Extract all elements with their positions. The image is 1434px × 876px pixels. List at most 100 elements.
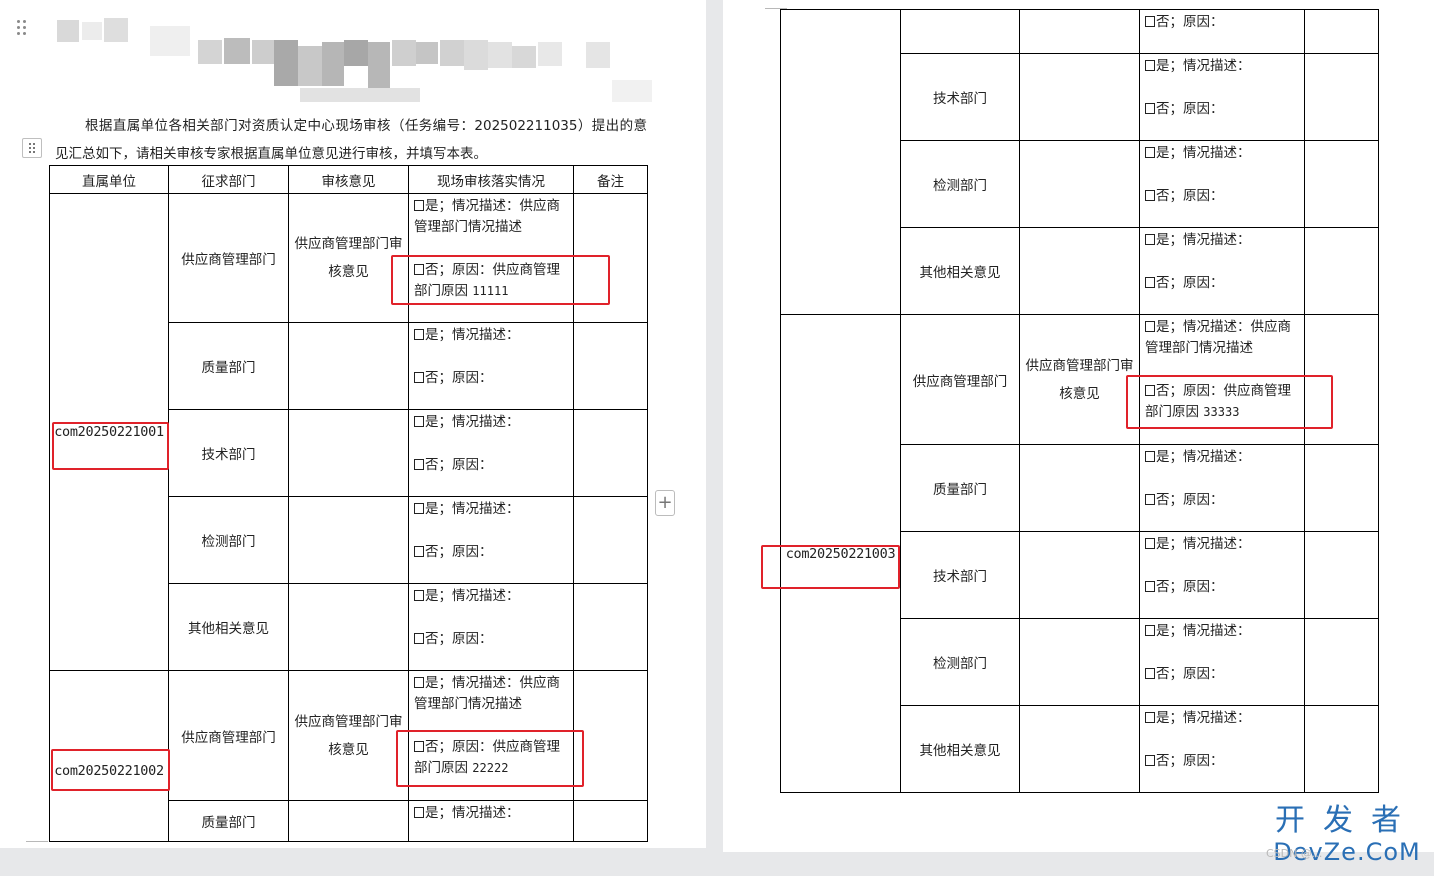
- table-move-handle-icon[interactable]: [22, 138, 42, 158]
- yes-text: 是；情况描述：供应商: [425, 675, 560, 691]
- no-text: 否；原因：: [1156, 101, 1224, 117]
- checkbox-icon[interactable]: [414, 633, 424, 644]
- checkbox-icon[interactable]: [414, 807, 424, 818]
- checkbox-icon[interactable]: [414, 459, 424, 470]
- status-cell: 是；情况描述：供应商 管理部门情况描述 否；原因：供应商管理 部门原因 1111…: [408, 193, 574, 323]
- checkbox-icon[interactable]: [1145, 385, 1155, 396]
- opinion-cell[interactable]: [1019, 531, 1140, 619]
- checkbox-icon[interactable]: [1145, 625, 1155, 636]
- dept-cell: 质量部门: [900, 444, 1020, 532]
- drag-handle-icon[interactable]: [14, 18, 28, 36]
- checkbox-icon[interactable]: [414, 546, 424, 557]
- opinion-cell[interactable]: [288, 496, 409, 584]
- checkbox-icon[interactable]: [1145, 103, 1155, 114]
- yes-text: 是；情况描述：: [425, 588, 520, 604]
- checkbox-icon[interactable]: [1145, 190, 1155, 201]
- remark-cell[interactable]: [1304, 531, 1379, 619]
- unit-cell: [780, 9, 901, 315]
- status-cell: 是；情况描述：供应商 管理部门情况描述 否；原因：供应商管理 部门原因 3333…: [1139, 314, 1305, 445]
- checkbox-icon[interactable]: [414, 416, 424, 427]
- header-status: 现场审核落实情况: [408, 165, 574, 194]
- dept-cell: 其他相关意见: [900, 705, 1020, 793]
- opinion-cell[interactable]: [1019, 618, 1140, 706]
- remark-cell[interactable]: [1304, 705, 1379, 793]
- checkbox-icon[interactable]: [1145, 581, 1155, 592]
- opinion-cell[interactable]: [1019, 140, 1140, 228]
- checkbox-icon[interactable]: [1145, 321, 1155, 332]
- checkbox-icon[interactable]: [1145, 494, 1155, 505]
- table-row: 否；原因：: [780, 9, 1379, 315]
- document-page-1: 根据直属单位各相关部门对资质认定中心现场审核（任务编号：202502211035…: [0, 0, 706, 848]
- remark-cell[interactable]: [1304, 140, 1379, 228]
- no-text: 否；原因：: [425, 457, 493, 473]
- reason-code: 11111: [472, 284, 509, 298]
- remark-cell[interactable]: [1304, 618, 1379, 706]
- opinion-cell[interactable]: [1019, 227, 1140, 315]
- remark-cell[interactable]: [573, 670, 648, 801]
- checkbox-icon[interactable]: [414, 503, 424, 514]
- status-cell: 是；情况描述： 否；原因：: [1139, 531, 1305, 619]
- no-text: 否；原因：: [1156, 666, 1224, 682]
- remark-cell[interactable]: [573, 496, 648, 584]
- checkbox-icon[interactable]: [414, 200, 424, 211]
- no-text-cont: 部门原因: [414, 283, 473, 299]
- reason-code: 33333: [1203, 405, 1240, 419]
- yes-text: 是；情况描述：: [425, 327, 520, 343]
- checkbox-icon[interactable]: [1145, 147, 1155, 158]
- checkbox-icon[interactable]: [414, 590, 424, 601]
- opinion-cell[interactable]: [288, 409, 409, 497]
- remark-cell[interactable]: [1304, 53, 1379, 141]
- checkbox-icon[interactable]: [414, 677, 424, 688]
- opinion-cell[interactable]: [288, 583, 409, 671]
- remark-cell[interactable]: [573, 193, 648, 323]
- yes-text-cont: 管理部门情况描述: [414, 219, 522, 235]
- status-cell: 是；情况描述： 否；原因：: [1139, 444, 1305, 532]
- remark-cell[interactable]: [1304, 227, 1379, 315]
- remark-cell[interactable]: [1304, 9, 1379, 54]
- header-remark: 备注: [573, 165, 648, 194]
- no-text: 否；原因：: [1156, 188, 1224, 204]
- remark-cell[interactable]: [573, 583, 648, 671]
- remark-cell[interactable]: [573, 322, 648, 410]
- remark-cell[interactable]: [1304, 314, 1379, 445]
- opinion-cell[interactable]: [288, 800, 409, 842]
- dept-cell: 检测部门: [900, 618, 1020, 706]
- dept-cell: 技术部门: [900, 531, 1020, 619]
- checkbox-icon[interactable]: [1145, 451, 1155, 462]
- dept-cell: 检测部门: [168, 496, 289, 584]
- checkbox-icon[interactable]: [1145, 668, 1155, 679]
- opinion-cell[interactable]: [1019, 444, 1140, 532]
- review-table-page-2: 否；原因： 技术部门 是；情况描述： 否；原因： 检测部门 是；情况描述： 否；…: [780, 9, 1379, 793]
- checkbox-icon[interactable]: [414, 741, 424, 752]
- header-opinion: 审核意见: [288, 165, 409, 194]
- remark-cell[interactable]: [573, 800, 648, 842]
- header-unit: 直属单位: [49, 165, 169, 194]
- opinion-cell[interactable]: [1019, 53, 1140, 141]
- status-cell: 是；情况描述： 否；原因：: [408, 496, 574, 584]
- checkbox-icon[interactable]: [1145, 60, 1155, 71]
- dept-cell: 质量部门: [168, 322, 289, 410]
- no-text: 否；原因：: [425, 544, 493, 560]
- dept-cell: 检测部门: [900, 140, 1020, 228]
- no-text: 否；原因：: [1156, 753, 1224, 769]
- no-text-cont: 部门原因: [1145, 404, 1204, 420]
- yes-text: 是；情况描述：: [1156, 710, 1251, 726]
- checkbox-icon[interactable]: [414, 264, 424, 275]
- yes-text: 是；情况描述：供应商: [425, 198, 560, 214]
- dept-cell: 供应商管理部门: [168, 193, 289, 323]
- remark-cell[interactable]: [1304, 444, 1379, 532]
- checkbox-icon[interactable]: [1145, 755, 1155, 766]
- opinion-cell[interactable]: [1019, 9, 1140, 54]
- add-column-button[interactable]: +: [655, 490, 675, 516]
- remark-cell[interactable]: [573, 409, 648, 497]
- checkbox-icon[interactable]: [1145, 538, 1155, 549]
- checkbox-icon[interactable]: [414, 329, 424, 340]
- checkbox-icon[interactable]: [1145, 277, 1155, 288]
- checkbox-icon[interactable]: [414, 372, 424, 383]
- status-cell: 是；情况描述： 否；原因：: [1139, 705, 1305, 793]
- checkbox-icon[interactable]: [1145, 712, 1155, 723]
- checkbox-icon[interactable]: [1145, 16, 1155, 27]
- checkbox-icon[interactable]: [1145, 234, 1155, 245]
- opinion-cell[interactable]: [288, 322, 409, 410]
- opinion-cell[interactable]: [1019, 705, 1140, 793]
